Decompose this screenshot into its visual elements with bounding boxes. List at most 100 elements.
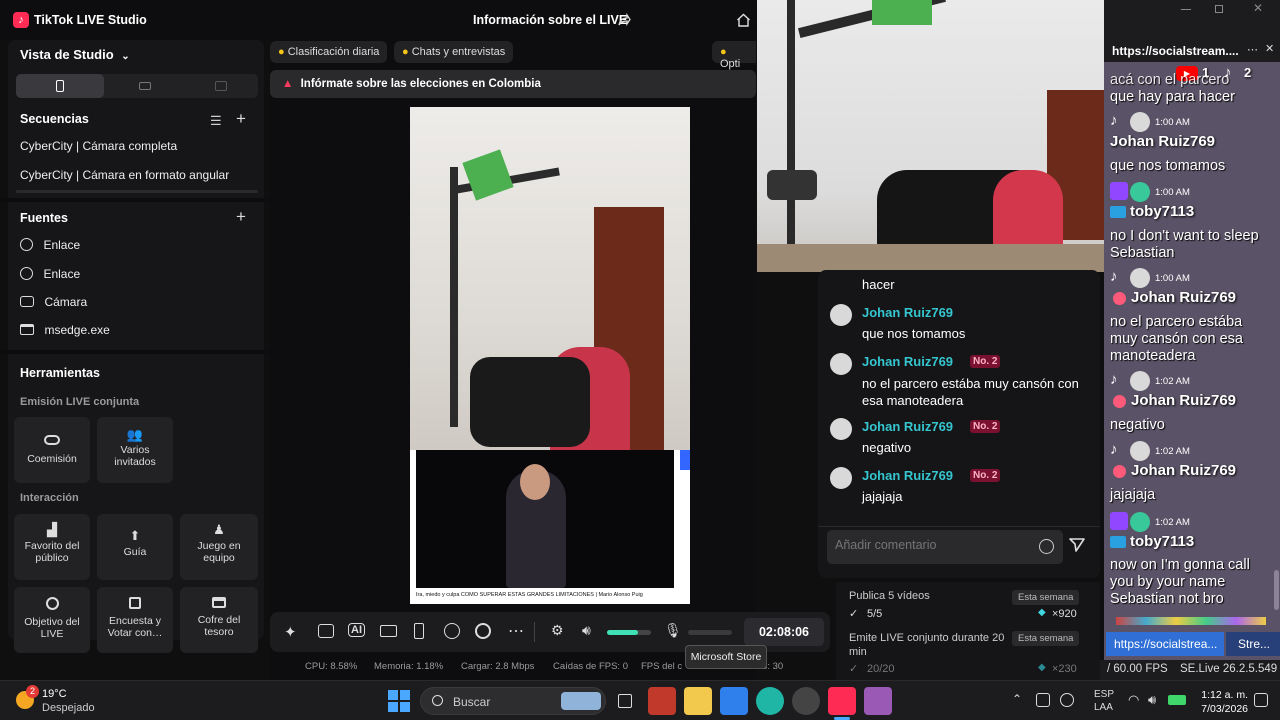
chat-username[interactable]: Johan Ruiz769: [862, 468, 953, 483]
maximize-icon[interactable]: [1215, 5, 1223, 13]
guide-tile[interactable]: ⬆ Guía: [97, 514, 173, 580]
avatar[interactable]: [830, 418, 852, 440]
multi-layout-button[interactable]: [184, 74, 258, 98]
chat-username[interactable]: Johan Ruiz769: [862, 354, 953, 369]
ai-icon[interactable]: AI: [348, 623, 365, 637]
sources-title: Fuentes: [20, 211, 68, 225]
live-info-title[interactable]: Información sobre el LIVE: [473, 13, 627, 27]
comment-input[interactable]: [835, 538, 1035, 552]
tiktok-studio-icon[interactable]: [828, 687, 856, 715]
wifi-icon[interactable]: ◠: [1128, 692, 1139, 708]
screen-share-icon[interactable]: [318, 624, 334, 638]
add-sequence-icon[interactable]: +: [236, 109, 246, 129]
app-shield-icon[interactable]: [648, 687, 676, 715]
chat-bubble-icon: ●: [402, 46, 409, 58]
emoji-icon[interactable]: [1039, 539, 1054, 554]
avatar[interactable]: [830, 353, 852, 375]
windows-taskbar: 2 19°C Despejado Buscar ⌃ ESP LAA ◠ 🔊︎ 1…: [0, 680, 1280, 720]
source-item[interactable]: msedge.exe: [20, 321, 250, 339]
microsoft-store-icon[interactable]: [720, 687, 748, 715]
sequence-item[interactable]: CyberCity | Cámara completa: [20, 139, 177, 153]
add-source-icon[interactable]: +: [236, 207, 246, 227]
diamond-icon: ◆: [1038, 662, 1046, 673]
send-icon[interactable]: [1069, 538, 1085, 552]
ss-fps: / 60.00 FPS: [1107, 663, 1168, 675]
ss-tab-stream[interactable]: Stre...: [1226, 632, 1280, 656]
weight-plate: [767, 170, 817, 200]
daily-ranking-button[interactable]: ● Clasificación diaria: [270, 41, 388, 63]
election-notice[interactable]: ▲ Infórmate sobre las elecciones en Colo…: [270, 70, 756, 98]
notification-icon[interactable]: [1254, 693, 1268, 707]
phone-icon[interactable]: [414, 623, 424, 639]
close-icon[interactable]: ✕: [1253, 1, 1263, 15]
sequence-item[interactable]: CyberCity | Cámara en formato angular: [20, 168, 229, 182]
landscape-layout-button[interactable]: [104, 74, 184, 98]
task-view-icon[interactable]: [612, 687, 640, 715]
socialstream-url-title: https://socialstream....: [1112, 44, 1239, 58]
live-goal-tile[interactable]: Objetivo del LIVE: [14, 587, 90, 653]
scrollbar[interactable]: [1274, 570, 1279, 610]
studio-view-dropdown[interactable]: Vista de Studio ⌄: [20, 47, 130, 62]
obs-icon[interactable]: [792, 687, 820, 715]
stream-preview[interactable]: Ira, miedo y culpa CÓMO SUPERAR ESTAS GR…: [410, 107, 690, 604]
tray-chevron-icon[interactable]: ⌃: [1012, 692, 1022, 706]
multi-guest-tile[interactable]: 👥 Varios invitados: [97, 417, 173, 483]
audience-favorite-tile[interactable]: ▟ Favorito del público: [14, 514, 90, 580]
optimize-button[interactable]: ● Opti: [712, 41, 756, 70]
start-button[interactable]: [388, 690, 410, 712]
menu-icon[interactable]: ⋯: [1247, 43, 1258, 56]
search-highlight-image: [561, 692, 601, 710]
ss-tab-url[interactable]: https://socialstrea...: [1106, 632, 1224, 656]
add-media-icon[interactable]: [380, 625, 397, 637]
link-icon: [44, 435, 60, 445]
edge-icon[interactable]: [756, 687, 784, 715]
audio-settings-icon[interactable]: ⚙: [551, 622, 564, 639]
volume-slider[interactable]: [607, 630, 651, 635]
team-icon: ♟: [213, 522, 225, 537]
chats-interviews-button[interactable]: ● Chats y entrevistas: [394, 41, 514, 63]
record-icon[interactable]: [444, 623, 460, 639]
weather-widget[interactable]: 2 19°C Despejado: [14, 685, 134, 717]
twitch-icon: [1110, 182, 1128, 200]
multi-screen-icon: [215, 81, 227, 91]
volume-icon[interactable]: 🔊︎: [1148, 692, 1156, 708]
more-icon[interactable]: ⋯: [508, 621, 524, 641]
layout-switcher: [16, 74, 258, 98]
team-game-tile[interactable]: ♟ Juego en equipo: [180, 514, 258, 580]
rank-badge: No. 2: [970, 420, 1001, 433]
replay-icon[interactable]: [475, 623, 491, 639]
tray-app-icon[interactable]: [1036, 693, 1050, 707]
treasure-chest-tile[interactable]: Cofre del tesoro: [180, 587, 258, 653]
ss-message: no I don't want to sleep Sebastian: [1110, 228, 1259, 261]
portrait-layout-button[interactable]: [16, 74, 104, 98]
share-icon[interactable]: [617, 13, 631, 27]
floor: [757, 244, 1104, 272]
source-item[interactable]: Cámara: [20, 293, 250, 311]
minimize-icon[interactable]: [1181, 9, 1191, 10]
globe-icon: [20, 267, 33, 281]
mic-muted-icon[interactable]: 🎙︎: [664, 622, 682, 639]
chat-username[interactable]: Johan Ruiz769: [862, 419, 953, 434]
avatar[interactable]: [830, 467, 852, 489]
effects-icon[interactable]: ✦: [284, 623, 297, 641]
comment-input-box[interactable]: [827, 530, 1063, 564]
clock[interactable]: 1:12 a. m. 7/03/2026: [1196, 688, 1248, 716]
socialstream-icon[interactable]: [864, 687, 892, 715]
target-icon: [45, 597, 59, 610]
source-item[interactable]: Enlace: [20, 265, 250, 283]
list-icon[interactable]: ☰: [210, 113, 222, 129]
camera-preview-window[interactable]: [757, 0, 1104, 272]
tray-app-icon[interactable]: [1060, 693, 1074, 707]
battery-icon[interactable]: [1168, 695, 1186, 705]
speaker-icon[interactable]: 🔊︎: [582, 622, 591, 639]
chat-username[interactable]: Johan Ruiz769: [862, 305, 953, 320]
cohost-tile[interactable]: Coemisión: [14, 417, 90, 483]
close-icon[interactable]: ✕: [1265, 42, 1274, 55]
poll-tile[interactable]: Encuesta y Votar con…: [97, 587, 173, 653]
source-item[interactable]: Enlace: [20, 236, 250, 254]
language-indicator[interactable]: ESP LAA: [1094, 688, 1114, 714]
file-explorer-icon[interactable]: [684, 687, 712, 715]
search-box[interactable]: Buscar: [420, 687, 606, 715]
avatar[interactable]: [830, 304, 852, 326]
home-icon[interactable]: [736, 13, 751, 27]
